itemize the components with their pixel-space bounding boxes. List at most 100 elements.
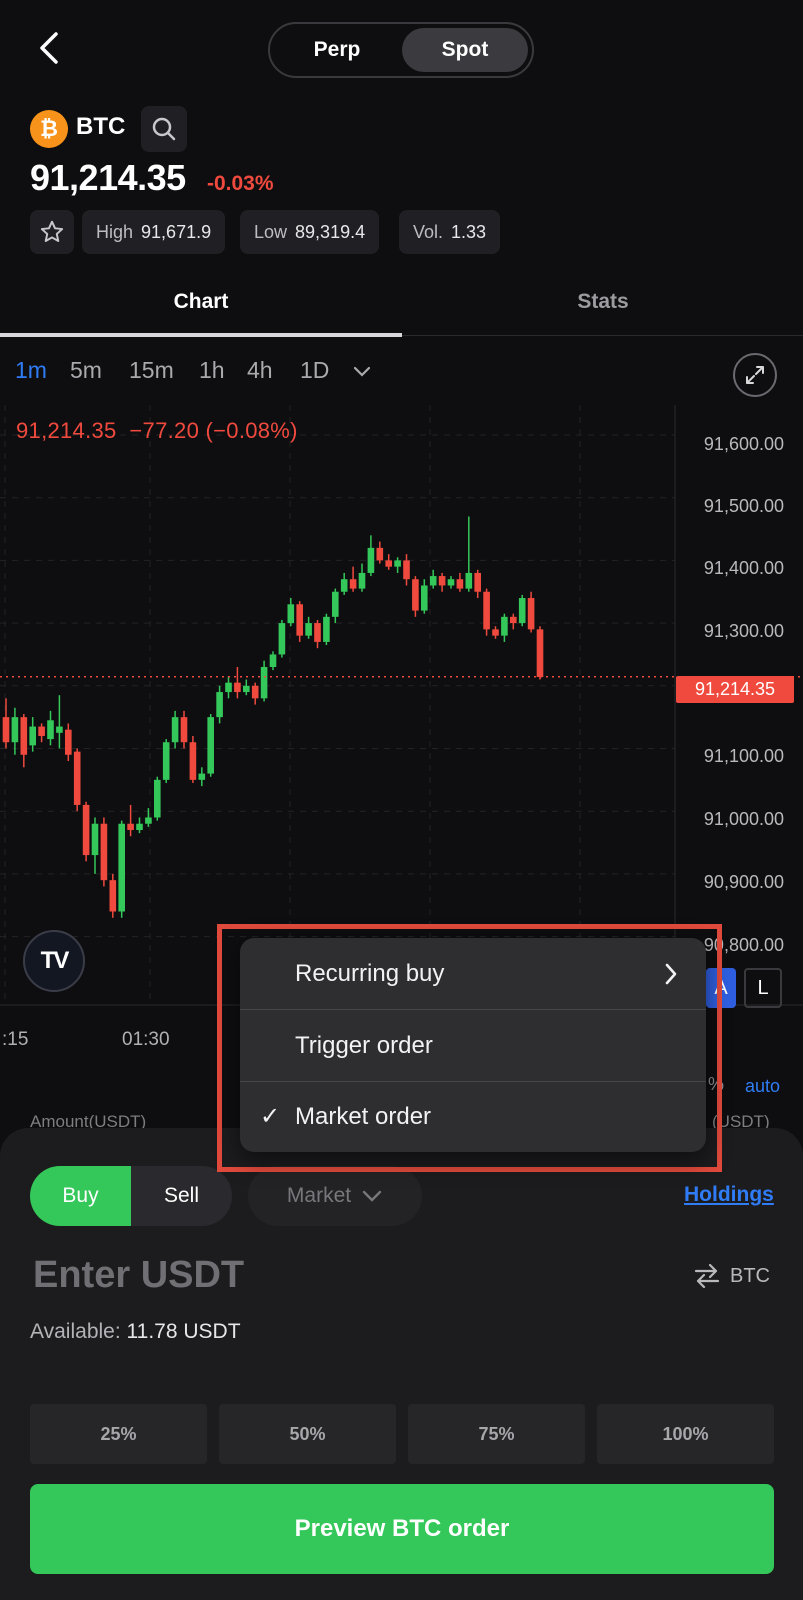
x-axis-label: 01:30 <box>122 1029 170 1050</box>
holdings-link[interactable]: Holdings <box>684 1183 774 1207</box>
interval-1d[interactable]: 1D <box>300 357 329 384</box>
candle-body <box>287 604 295 624</box>
candle-body <box>65 729 72 755</box>
expand-icon <box>746 366 764 384</box>
tab-indicator <box>0 333 402 337</box>
candle-body <box>536 629 544 678</box>
candle-body <box>47 720 54 740</box>
stat-high: High 91,671.9 <box>82 210 226 254</box>
candle-body <box>332 591 339 617</box>
tab-stats[interactable]: Stats <box>402 290 803 314</box>
candle-body <box>376 547 384 561</box>
menu-item-label: Market order <box>295 1102 432 1130</box>
y-axis-label: 91,400.00 <box>703 558 784 578</box>
tradingview-logo[interactable]: TV <box>23 930 85 992</box>
candle-body <box>456 579 464 589</box>
interval-4h[interactable]: 4h <box>247 357 273 384</box>
menu-item-trigger-order[interactable]: Trigger order <box>240 1010 706 1081</box>
favorite-button[interactable] <box>30 210 74 254</box>
candle-body <box>305 623 312 636</box>
candle-body <box>180 717 188 743</box>
candle-body <box>367 547 375 573</box>
y-axis-label: 91,300.00 <box>703 621 784 641</box>
percent-75-button[interactable]: 75% <box>408 1404 585 1464</box>
buy-tab[interactable]: Buy <box>30 1166 131 1226</box>
candle-body <box>429 576 437 586</box>
candle-body <box>403 560 410 580</box>
candle-body <box>82 804 90 856</box>
candle-body <box>207 717 214 774</box>
percent-25-button[interactable]: 25% <box>30 1404 207 1464</box>
candle-body <box>510 616 517 624</box>
unit-swap-button[interactable]: BTC <box>692 1262 770 1290</box>
candle-body <box>216 692 223 718</box>
candle-body <box>349 579 357 589</box>
candle-body <box>501 616 508 636</box>
tab-perp[interactable]: Perp <box>274 28 400 72</box>
sell-tab[interactable]: Sell <box>131 1166 232 1226</box>
available-balance: Available: 11.78 USDT <box>30 1320 241 1344</box>
y-axis-label: 91,000.00 <box>703 809 784 829</box>
candle-body <box>73 751 81 805</box>
stat-label: Low <box>254 221 288 242</box>
back-button[interactable] <box>30 28 70 68</box>
menu-item-market-order[interactable]: ✓ Market order <box>240 1081 706 1152</box>
menu-item-recurring-buy[interactable]: Recurring buy <box>240 938 706 1009</box>
candle-body <box>358 572 366 589</box>
auto-button[interactable]: auto <box>745 1076 780 1097</box>
interval-15m[interactable]: 15m <box>129 357 174 384</box>
x-axis-label: :15 <box>2 1029 29 1050</box>
candle-body <box>412 579 419 611</box>
interval-5m[interactable]: 5m <box>70 357 102 384</box>
candle-body <box>394 560 401 567</box>
star-icon <box>40 220 64 242</box>
fullscreen-button[interactable] <box>733 353 777 397</box>
preview-order-button[interactable]: Preview BTC order <box>30 1484 774 1574</box>
candle-body <box>154 779 161 818</box>
interval-1h[interactable]: 1h <box>199 357 225 384</box>
tab-spot[interactable]: Spot <box>402 28 528 72</box>
candle-body <box>162 742 170 780</box>
candle-body <box>29 726 36 746</box>
interval-1m[interactable]: 1m <box>15 357 47 384</box>
amount-input[interactable]: Enter USDT <box>33 1254 244 1297</box>
candle-body <box>483 591 490 630</box>
candle-body <box>20 717 28 755</box>
menu-item-label: Trigger order <box>295 1031 433 1059</box>
chart-price-overlay: 91,214.35 −77.20 (−0.08%) <box>16 418 298 444</box>
candle-body <box>278 623 286 655</box>
candle-body <box>189 742 197 780</box>
market-type-toggle: Perp Spot <box>268 22 534 78</box>
tab-chart[interactable]: Chart <box>0 290 402 314</box>
chevron-left-icon <box>40 32 58 64</box>
stat-value: 1.33 <box>451 221 487 242</box>
stat-low: Low 89,319.4 <box>240 210 380 254</box>
order-type-label: Market <box>286 1184 352 1207</box>
candle-body <box>100 823 108 881</box>
interval-more-button[interactable] <box>352 365 372 384</box>
percent-50-button[interactable]: 50% <box>219 1404 396 1464</box>
candle-body <box>118 823 125 912</box>
percent-100-button[interactable]: 100% <box>597 1404 774 1464</box>
available-label: Available: <box>30 1320 121 1343</box>
ticker-symbol: BTC <box>76 113 126 140</box>
available-value: 11.78 USDT <box>126 1320 241 1343</box>
order-type-dropdown[interactable]: Market <box>248 1166 422 1226</box>
search-icon <box>152 117 176 141</box>
chevron-right-icon <box>665 963 677 985</box>
chevron-down-icon <box>353 366 371 377</box>
swap-icon <box>694 1263 720 1289</box>
candle-body <box>260 666 268 699</box>
candle-body <box>198 773 206 780</box>
candle-body <box>2 717 10 743</box>
search-button[interactable] <box>141 106 187 152</box>
last-price: 91,214.35 <box>30 157 186 198</box>
log-scale-button[interactable]: L <box>744 968 782 1008</box>
candle-body <box>438 576 446 586</box>
candle-body <box>518 598 526 624</box>
order-type-menu: Recurring buy Trigger order ✓ Market ord… <box>240 938 706 1152</box>
y-axis-label: 91,600.00 <box>703 434 784 454</box>
candle-body <box>492 629 499 636</box>
checkmark-icon: ✓ <box>260 1103 281 1130</box>
y-axis-label: 90,900.00 <box>703 872 784 892</box>
